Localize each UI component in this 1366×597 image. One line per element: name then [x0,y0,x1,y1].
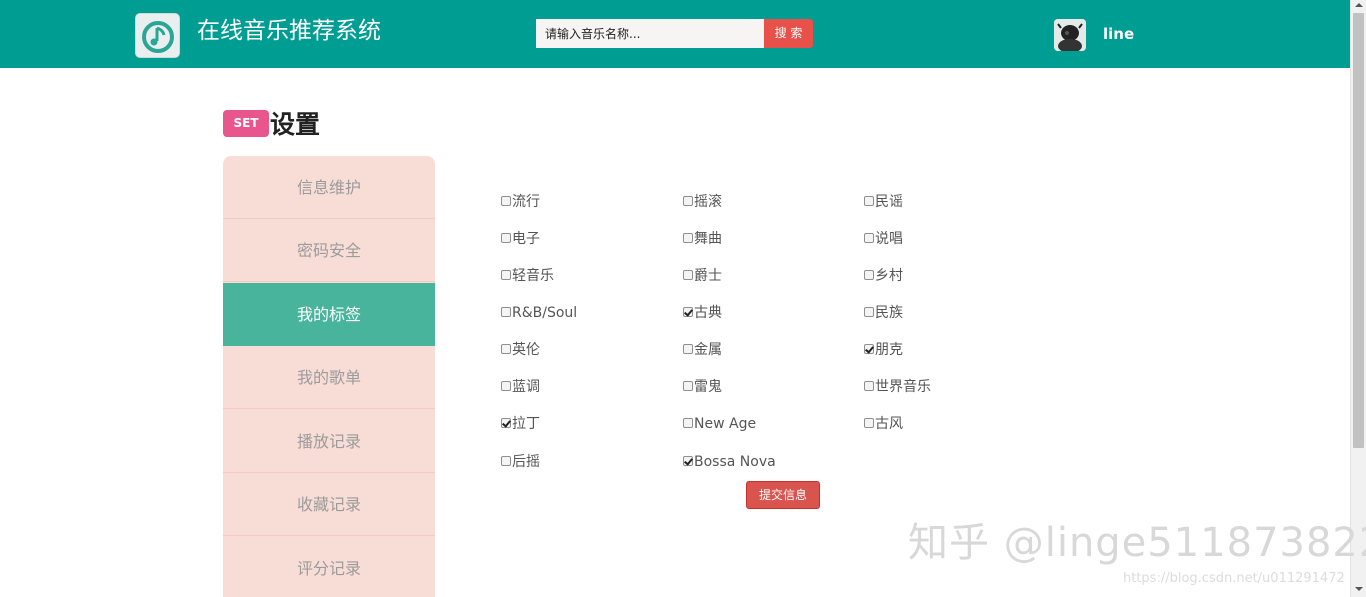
tag-option[interactable]: 英伦 [501,341,540,359]
page-title: 设置 [270,110,321,139]
submit-button[interactable]: 提交信息 [746,481,820,509]
tag-option[interactable]: 世界音乐 [864,378,931,396]
tag-checkbox[interactable] [864,196,874,206]
tag-checkbox[interactable] [683,456,693,466]
tag-label: 朋克 [875,342,903,358]
tag-checkbox[interactable] [683,307,693,317]
tag-checkbox[interactable] [864,233,874,243]
tag-option[interactable]: Bossa Nova [683,453,776,471]
tag-checkbox[interactable] [501,196,511,206]
sidebar-item-play-history[interactable]: 播放记录 [223,410,435,473]
tag-checkbox[interactable] [501,418,511,428]
site-title[interactable]: 在线音乐推荐系统 [197,16,381,46]
tag-option[interactable]: 后摇 [501,453,540,471]
tag-option[interactable]: 朋克 [864,341,903,359]
tag-label: 古风 [875,416,903,432]
tag-option[interactable]: 拉丁 [501,415,540,433]
tag-checkbox[interactable] [683,196,693,206]
user-avatar[interactable] [1054,19,1086,51]
tag-label: 古典 [694,305,722,321]
zhihu-watermark: 知乎 @linge511873822 [908,520,1366,566]
tag-label: 拉丁 [512,416,540,432]
scroll-down-arrow-icon[interactable] [1355,587,1363,591]
tag-label: 说唱 [875,231,903,247]
tag-checkbox[interactable] [683,270,693,280]
tag-option[interactable]: 民谣 [864,193,903,211]
tag-checkbox[interactable] [501,270,511,280]
tag-option[interactable]: 流行 [501,193,540,211]
sidebar-item-playlists[interactable]: 我的歌单 [223,346,435,409]
tag-option[interactable]: 电子 [501,230,540,248]
tag-label: 电子 [512,231,540,247]
tag-checkbox[interactable] [864,344,874,354]
tag-checkbox[interactable] [501,233,511,243]
tag-option[interactable]: 乡村 [864,267,903,285]
tag-label: 乡村 [875,268,903,284]
tag-option[interactable]: 蓝调 [501,378,540,396]
search-button[interactable]: 搜 索 [764,19,813,48]
tag-label: 摇滚 [694,194,722,210]
tag-checkbox[interactable] [501,456,511,466]
tag-checkbox[interactable] [501,307,511,317]
username[interactable]: line [1103,25,1134,43]
top-navbar: 在线音乐推荐系统 搜 索 line [0,0,1350,68]
tag-checkbox[interactable] [501,344,511,354]
tag-checkbox[interactable] [683,233,693,243]
url-watermark: https://blog.csdn.net/u011291472 [1123,571,1345,586]
tag-label: New Age [694,416,757,432]
tag-label: 舞曲 [694,231,722,247]
tag-option[interactable]: 舞曲 [683,230,722,248]
tag-option[interactable]: 民族 [864,304,903,322]
vertical-scrollbar[interactable] [1350,0,1366,597]
tag-label: 后摇 [512,454,540,470]
music-logo-icon[interactable] [135,13,180,58]
tag-label: 民族 [875,305,903,321]
settings-sidebar: 信息维护 密码安全 我的标签 我的歌单 播放记录 收藏记录 评分记录 [223,156,435,597]
tag-label: 雷鬼 [694,379,722,395]
tag-option[interactable]: 爵士 [683,267,722,285]
tag-checkbox[interactable] [864,381,874,391]
tag-checkbox[interactable] [864,270,874,280]
tag-label: 蓝调 [512,379,540,395]
sidebar-item-favorites[interactable]: 收藏记录 [223,473,435,536]
tag-option[interactable]: 雷鬼 [683,378,722,396]
tag-checkbox[interactable] [683,344,693,354]
tag-checkbox[interactable] [683,381,693,391]
sidebar-item-my-tags[interactable]: 我的标签 [223,283,435,346]
tag-label: 金属 [694,342,722,358]
tag-option[interactable]: 说唱 [864,230,903,248]
tag-label: 英伦 [512,342,540,358]
sidebar-item-password[interactable]: 密码安全 [223,219,435,282]
tag-label: R&B/Soul [512,305,578,321]
tag-checkbox[interactable] [501,381,511,391]
search-input[interactable] [536,19,765,48]
tag-label: 流行 [512,194,540,210]
tag-option[interactable]: New Age [683,415,756,433]
tag-label: 爵士 [694,268,722,284]
tag-checkbox[interactable] [864,307,874,317]
sidebar-item-profile[interactable]: 信息维护 [223,156,435,219]
tag-label: 世界音乐 [875,379,931,395]
tag-checkbox[interactable] [683,418,693,428]
tag-option[interactable]: R&B/Soul [501,304,577,322]
scrollbar-thumb[interactable] [1353,13,1364,448]
tag-label: 轻音乐 [512,268,554,284]
tag-option[interactable]: 金属 [683,341,722,359]
tag-option[interactable]: 摇滚 [683,193,722,211]
tag-option[interactable]: 古风 [864,415,903,433]
tag-label: Bossa Nova [694,454,776,470]
scroll-up-arrow-icon[interactable] [1355,3,1363,7]
set-badge: SET [223,110,269,137]
tag-label: 民谣 [875,194,903,210]
tag-option[interactable]: 古典 [683,304,722,322]
tag-checkbox[interactable] [864,418,874,428]
tag-option[interactable]: 轻音乐 [501,267,554,285]
sidebar-item-ratings[interactable]: 评分记录 [223,537,435,597]
